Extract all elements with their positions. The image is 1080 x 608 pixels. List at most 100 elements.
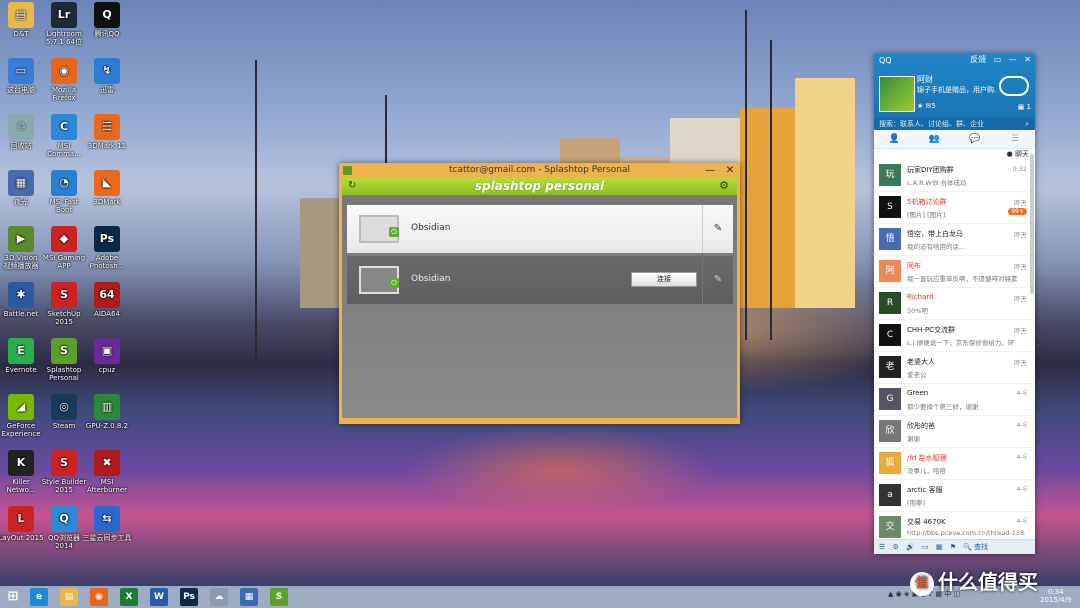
chat-preview: 我一直玩应重单反啊，不遗憾啡对镜素 (907, 275, 1018, 283)
desktop-icon[interactable]: ⇆ 三星云同步工具 (79, 506, 135, 542)
desktop-icon[interactable]: ▥ GPU-Z.0.8.2 (79, 394, 135, 430)
skin-button[interactable]: ▭ (994, 55, 1002, 64)
chat-preview: 爱老公 (907, 371, 927, 379)
avatar: 阿 (879, 260, 901, 282)
mail-indicator[interactable]: ★ ✉5 (917, 102, 936, 110)
connect-button[interactable]: 连接 (631, 272, 697, 287)
taskbar-app-icon[interactable]: W (150, 588, 168, 606)
chat-subheader-label: 聊天 (1015, 150, 1029, 158)
chat-time: 0:32 (1012, 165, 1027, 173)
desktop-icon[interactable]: ◣ 3DMark (79, 170, 135, 206)
chat-name: arctic 客服 (907, 486, 943, 494)
taskbar-app-icon[interactable]: ▤ (60, 588, 78, 606)
chat-row[interactable]: R Richard 50%吧 昨天 (874, 288, 1035, 320)
splashtop-titlebar[interactable]: tcattor@gmail.com - Splashtop Personal —… (339, 163, 740, 178)
app-icon: ▣ (94, 338, 120, 364)
app-icon: ▥ (94, 394, 120, 420)
tab-more[interactable]: ☰ (995, 130, 1035, 148)
chat-preview: L.J:顺便说一下，京东保修很给力。环 (907, 339, 1015, 347)
chat-row[interactable]: G Green 那少要择个第三好，谢谢 4-5 (874, 384, 1035, 416)
main-menu-icon[interactable]: ☰ (879, 543, 885, 551)
chat-time: 4-5 (1016, 485, 1027, 493)
desktop-icon-label: MSI Afterburner (86, 478, 128, 494)
watermark-logo: 值什么值得买 (910, 566, 1038, 596)
avatar: a (879, 484, 901, 506)
device-name: Obsidian (411, 223, 451, 233)
chat-preview: 没事儿，哈哈 (907, 467, 946, 475)
app-icon: Q (94, 2, 120, 28)
desktop-icon[interactable]: ✖ MSI Afterburner (79, 450, 135, 494)
taskbar-app-icon[interactable]: ◉ (90, 588, 108, 606)
app-icon: C (51, 114, 77, 140)
desktop-icon[interactable]: 64 AIDA64 (79, 282, 135, 318)
app-icon: K (8, 450, 34, 476)
app-icon: S (51, 282, 77, 308)
chat-row[interactable]: S 5机箱讨论群 [图片] [图片] 昨天 99+ (874, 192, 1035, 224)
taskbar-app-icon[interactable]: e (30, 588, 48, 606)
desktop-icon[interactable]: ▣ cpuz (79, 338, 135, 374)
qq-header: QQ 反馈 ▭ — ✕ 阿财 锦子手机是赠品，用户购... ★ ✉5 ▣ 1 (874, 54, 1035, 118)
close-button[interactable]: ✕ (1024, 55, 1031, 64)
find-button[interactable]: 🔍 查找 (963, 543, 988, 551)
weather-icon[interactable] (999, 76, 1029, 96)
tab-groups[interactable]: 👥 (914, 130, 954, 148)
taskbar-app-icon[interactable]: ☁ (210, 588, 228, 606)
file-icon[interactable]: ▭ (922, 543, 929, 551)
avatar: 欣 (879, 420, 901, 442)
search-placeholder: 搜索：联系人、讨论组、群、企业 (879, 120, 984, 128)
chat-row[interactable]: 悟悟空，带上白龙马 我的没有啥用的话... 昨天 (874, 224, 1035, 256)
chat-row[interactable]: 狐/fd 盐水狐狸 没事儿，哈哈 4-5 (874, 448, 1035, 480)
edit-icon[interactable]: ✎ (702, 205, 733, 253)
chat-name: 悟空，带上白龙马 (907, 230, 963, 238)
desktop-icon[interactable]: Q 腾讯QQ (79, 2, 135, 38)
tab-chats[interactable]: 💬 (955, 130, 995, 148)
signature[interactable]: 锦子手机是赠品，用户购... (917, 85, 997, 95)
apps-icon[interactable]: ▦ (936, 543, 943, 551)
desktop-icon-label: 3DMark 11 (87, 142, 127, 150)
app-icon: ◣ (94, 170, 120, 196)
desktop-icon[interactable]: Ps Adobe Photosh... (79, 226, 135, 270)
settings-icon[interactable]: ⚙ (893, 543, 899, 551)
app-icon: S (51, 338, 77, 364)
taskbar-app-icon[interactable]: S (270, 588, 288, 606)
taskbar-app-icon[interactable]: X (120, 588, 138, 606)
message-indicator[interactable]: ▣ 1 (1018, 103, 1031, 111)
chat-time: 4-5 (1016, 517, 1027, 525)
edit-icon[interactable]: ✎ (702, 256, 733, 304)
sound-icon[interactable]: 🔊 (906, 543, 915, 551)
avatar[interactable] (879, 76, 915, 112)
chat-row[interactable]: C CHH-PC交流群 L.J:顺便说一下，京东保修很给力。环 昨天 (874, 320, 1035, 352)
app-icon: Lr (51, 2, 77, 28)
taskbar-app-icon[interactable]: ▦ (240, 588, 258, 606)
splashtop-toolbar: ↻ splashtop personal ⚙ (342, 178, 737, 195)
device-list: ⏻ Obsidian ✎ ⏻ Obsidian 连接 ✎ (342, 195, 737, 418)
favorites-icon[interactable]: ⚑ (950, 543, 956, 551)
search-input[interactable]: 搜索：联系人、讨论组、群、企业 ⌕ (874, 118, 1035, 130)
device-row[interactable]: ⏻ Obsidian ✎ (347, 205, 733, 253)
tab-contacts[interactable]: 👤 (874, 130, 914, 148)
app-icon: ☰ (94, 114, 120, 140)
desktop-icon[interactable]: ☰ 3DMark 11 (79, 114, 135, 150)
scrollbar[interactable] (1030, 154, 1034, 294)
taskbar-app-icon[interactable]: Ps (180, 588, 198, 606)
desktop-icon[interactable]: ↯ 迅雷 (79, 58, 135, 94)
minimize-button[interactable]: — (1009, 55, 1017, 64)
feedback-link[interactable]: 反馈 (970, 55, 986, 64)
clock-time: 0:34 (1047, 588, 1064, 596)
windows-start-icon[interactable]: ⊞ (4, 588, 22, 606)
app-icon: ▶ (8, 226, 34, 252)
chat-row[interactable]: 玩玩家DIY团购群 L.A.R.W你:合体成功 0:32 (874, 160, 1035, 192)
close-button[interactable]: ✕ (720, 163, 740, 178)
device-row-selected[interactable]: ⏻ Obsidian 连接 ✎ (347, 256, 733, 304)
qq-title: QQ (879, 56, 892, 65)
chat-row[interactable]: 欣欣彤的爸 谢谢 4-5 (874, 416, 1035, 448)
gear-icon[interactable]: ⚙ (719, 179, 729, 192)
minimize-button[interactable]: — (700, 163, 720, 178)
clock[interactable]: 0:34 2015/4/9 (1040, 588, 1071, 604)
chat-row[interactable]: 阿阿布 我一直玩应重单反啊，不遗憾啡对镜素 昨天 (874, 256, 1035, 288)
chat-name: Richard (907, 293, 934, 301)
chat-preview: 那少要择个第三好，谢谢 (907, 403, 979, 411)
chat-row[interactable]: 老老婆大人 爱老公 昨天 (874, 352, 1035, 384)
power-icon: ⏻ (389, 278, 399, 288)
chat-row[interactable]: a arctic 客服 [抱拳] 4-5 (874, 480, 1035, 512)
